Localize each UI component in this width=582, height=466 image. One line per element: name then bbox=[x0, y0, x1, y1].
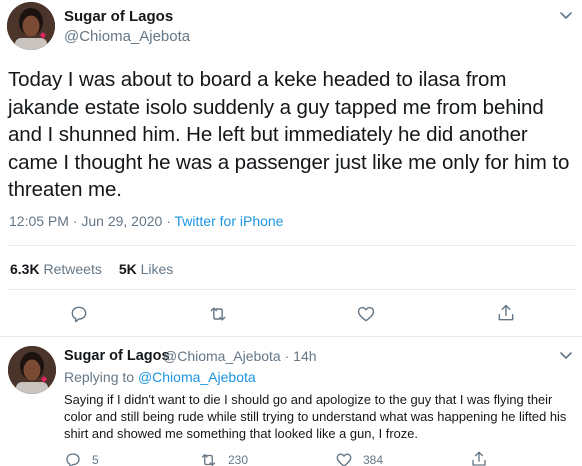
retweet-icon bbox=[201, 454, 216, 466]
chevron-down-icon[interactable] bbox=[558, 7, 574, 23]
replying-prefix: Replying to bbox=[64, 369, 135, 385]
divider bbox=[8, 289, 576, 290]
retweets-stat[interactable]: 6.3K Retweets bbox=[10, 261, 102, 277]
reply-icon[interactable] bbox=[69, 304, 89, 324]
divider bbox=[0, 336, 582, 337]
tweet-thread: Sugar of Lagos @Chioma_Ajebota Today I w… bbox=[0, 0, 582, 466]
replying-mention[interactable]: @Chioma_Ajebota bbox=[138, 369, 256, 385]
retweets-label: Retweets bbox=[43, 261, 102, 277]
likes-count: 5K bbox=[118, 261, 137, 277]
retweet-count: 230 bbox=[228, 453, 249, 466]
reply-text: Saying if I didn't want to die I should … bbox=[64, 392, 567, 441]
meta-separator: · bbox=[162, 213, 175, 229]
tweet-source[interactable]: Twitter for iPhone bbox=[175, 213, 284, 229]
reply-icon bbox=[66, 453, 80, 466]
author-handle[interactable]: @Chioma_Ajebota bbox=[64, 28, 190, 45]
author-name[interactable]: Sugar of Lagos bbox=[64, 8, 173, 25]
share-icon bbox=[472, 451, 486, 466]
chevron-down-icon[interactable] bbox=[558, 347, 574, 363]
share-action[interactable] bbox=[470, 450, 498, 466]
tweet-text: Today I was about to board a keke headed… bbox=[8, 68, 570, 201]
reply-author-name[interactable]: Sugar of Lagos bbox=[64, 348, 170, 364]
divider bbox=[8, 245, 576, 246]
main-tweet: Sugar of Lagos @Chioma_Ajebota Today I w… bbox=[0, 0, 582, 336]
likes-stat[interactable]: 5K Likes bbox=[119, 261, 173, 277]
retweet-icon[interactable] bbox=[207, 304, 229, 324]
reply-author-handle[interactable]: @Chioma_Ajebota · 14h bbox=[163, 348, 317, 364]
retweets-count: 6.3K bbox=[10, 261, 40, 277]
replying-to: Replying to @Chioma_Ajebota bbox=[64, 369, 256, 385]
likes-label: Likes bbox=[140, 261, 174, 277]
avatar[interactable] bbox=[7, 2, 55, 50]
tweet-timestamp[interactable]: 12:05 PM · Jun 29, 2020 bbox=[9, 213, 162, 229]
share-icon[interactable] bbox=[496, 303, 516, 323]
reply-count: 5 bbox=[92, 453, 99, 466]
like-action[interactable]: 384 bbox=[335, 451, 383, 466]
like-count: 384 bbox=[363, 453, 384, 466]
reply-action[interactable]: 5 bbox=[64, 451, 99, 466]
retweet-action[interactable]: 230 bbox=[199, 451, 248, 466]
tweet-stats: 6.3K Retweets 5K Likes bbox=[10, 261, 173, 277]
tweet-meta: 12:05 PM · Jun 29, 2020 · Twitter for iP… bbox=[9, 213, 283, 229]
like-icon bbox=[336, 453, 352, 466]
avatar[interactable] bbox=[8, 346, 56, 394]
like-icon[interactable] bbox=[356, 304, 376, 324]
